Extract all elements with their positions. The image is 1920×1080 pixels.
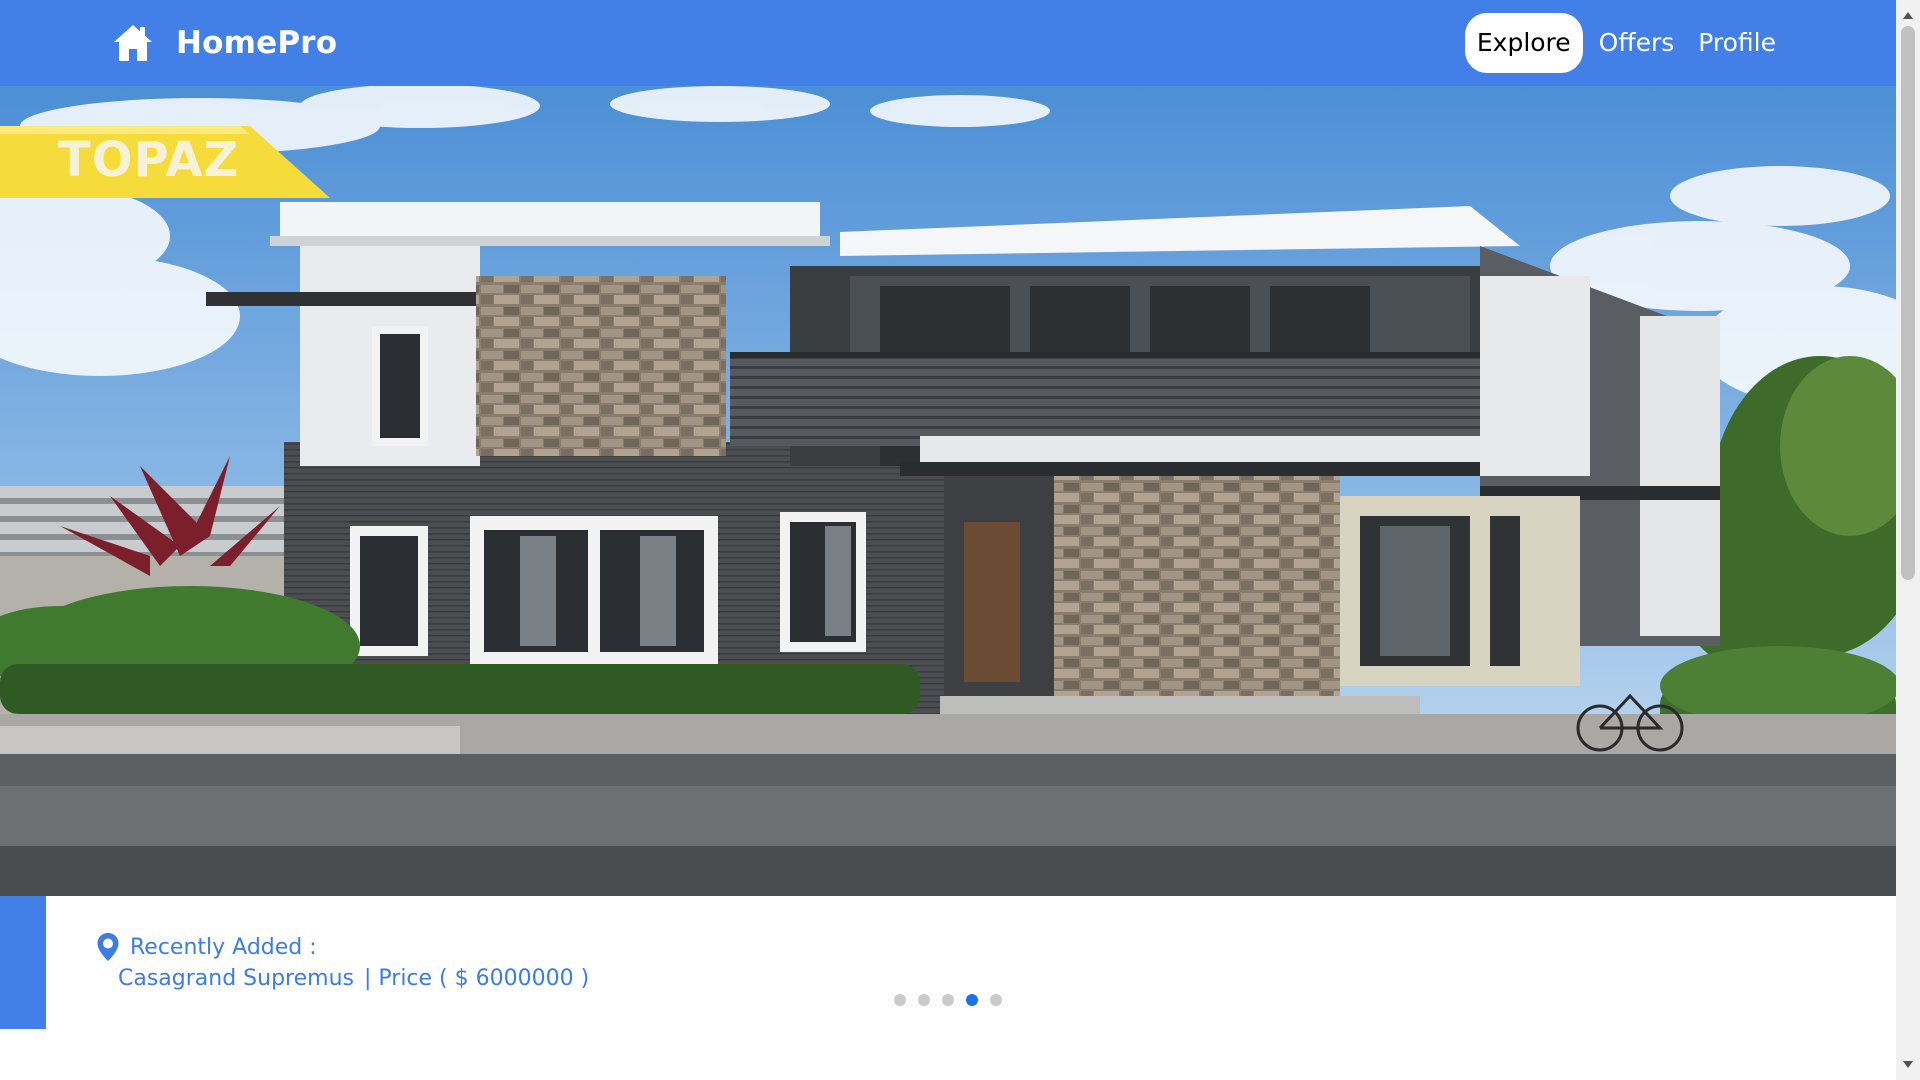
slide-caption: Recently Added : Casagrand Supremus | Pri… [0, 896, 1896, 1030]
nav-links: Explore Offers Profile [1464, 13, 1784, 73]
carousel-dot-4[interactable] [966, 994, 978, 1006]
carousel-dot-3[interactable] [942, 994, 954, 1006]
carousel-dot-5[interactable] [990, 994, 1002, 1006]
nav-link-explore[interactable]: Explore [1464, 13, 1583, 73]
page: HomePro Explore Offers Profile TOPAZ Rec… [0, 0, 1920, 1080]
scroll-up-arrow-icon[interactable] [1896, 6, 1920, 26]
nav-link-offers[interactable]: Offers [1591, 13, 1683, 73]
caption-property-line: Casagrand Supremus | Price ( $ 6000000 ) [118, 966, 593, 991]
caption-heading: Recently Added : [130, 934, 317, 960]
brand[interactable]: HomePro [112, 0, 337, 86]
brand-name: HomePro [176, 25, 338, 61]
nav-link-profile[interactable]: Profile [1690, 13, 1784, 73]
property-price: | Price ( $ 6000000 ) [363, 966, 590, 991]
carousel-dot-1[interactable] [894, 994, 906, 1006]
caption-accent-bar [0, 896, 46, 1029]
scrollbar-thumb[interactable] [1901, 26, 1915, 580]
caption-heading-row: Recently Added : [96, 932, 317, 962]
carousel-slide-image[interactable]: TOPAZ [0, 86, 1896, 896]
carousel-dot-2[interactable] [918, 994, 930, 1006]
scroll-down-arrow-icon[interactable] [1896, 1054, 1920, 1074]
viewport: HomePro Explore Offers Profile TOPAZ Rec… [0, 0, 1896, 1080]
navbar: HomePro Explore Offers Profile [0, 0, 1896, 86]
property-name: Casagrand Supremus [118, 966, 354, 991]
home-icon [114, 25, 152, 61]
topaz-banner-text: TOPAZ [58, 132, 240, 188]
carousel-indicators [894, 994, 1002, 1006]
location-pin-icon [97, 933, 119, 961]
page-scrollbar[interactable] [1896, 0, 1920, 1080]
house-image [0, 86, 1896, 896]
